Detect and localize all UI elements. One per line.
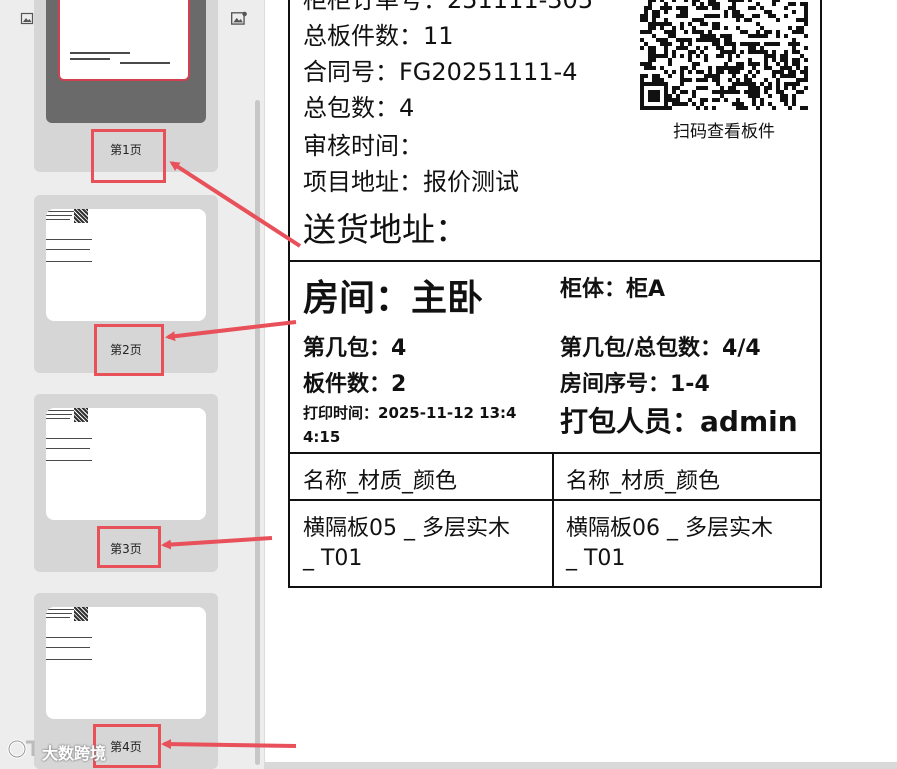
print-time-text-continued: 4:15 xyxy=(303,428,341,446)
page-thumbnail-preview xyxy=(46,408,206,520)
cabinet-text: 柜体：柜A xyxy=(560,277,666,302)
total-packages-text: 总包数：4 xyxy=(303,94,415,122)
watermark-logo-icon xyxy=(7,739,35,759)
table-cell-left: 横隔板05 _ 多层实木 xyxy=(303,516,510,541)
section-divider xyxy=(290,260,820,262)
package-number-text: 第几包：4 xyxy=(303,336,407,361)
highlight-box-page-1 xyxy=(91,129,166,183)
qr-code[interactable] xyxy=(640,0,808,112)
room-sequence-text: 房间序号：1-4 xyxy=(560,372,710,397)
table-cell-left-continued: _ T01 xyxy=(303,546,363,571)
table-cell-right: 横隔板06 _ 多层实木 xyxy=(566,516,773,541)
packer-text: 打包人员：admin xyxy=(560,405,798,438)
total-panels-text: 总板件数：11 xyxy=(303,22,454,50)
print-time-text: 打印时间：2025-11-12 13:4 xyxy=(303,404,517,422)
table-column-divider xyxy=(552,452,554,586)
page-thumbnail-preview xyxy=(46,209,206,321)
review-time-text: 审核时间： xyxy=(303,132,423,160)
page-thumbnail-sidebar: 第1页 第2页 第3页 第4页 xyxy=(0,0,265,769)
document-horizontal-scrollbar[interactable] xyxy=(264,762,897,769)
qr-caption: 扫码查看板件 xyxy=(673,122,775,142)
watermark-text: 大数跨境 xyxy=(42,744,107,763)
thumbnail-label-preview xyxy=(58,0,190,81)
delivery-address-text: 送货地址： xyxy=(303,210,468,249)
panel-count-text: 板件数：2 xyxy=(303,372,407,397)
table-cell-right-continued: _ T01 xyxy=(566,546,626,571)
sidebar-scrollbar[interactable] xyxy=(255,100,260,765)
table-row-divider xyxy=(290,499,820,501)
watermark: 大数跨境 xyxy=(6,738,126,764)
table-header-right: 名称_材质_颜色 xyxy=(566,469,721,494)
print-label-page: 柜柜订单号：251111-305 总板件数：11 合同号：FG20251111-… xyxy=(288,0,822,588)
project-address-text: 项目地址：报价测试 xyxy=(303,168,519,196)
section-divider xyxy=(290,452,820,454)
room-text: 房间：主卧 xyxy=(303,278,484,319)
zoom-in-image-icon[interactable] xyxy=(230,10,248,28)
highlight-box-page-2 xyxy=(94,324,164,376)
order-number-text: 柜柜订单号：251111-305 xyxy=(303,0,594,14)
highlight-box-page-3 xyxy=(97,526,161,568)
page-thumbnail-preview xyxy=(46,0,206,123)
page-thumbnail-preview xyxy=(46,607,206,719)
package-total-text: 第几包/总包数：4/4 xyxy=(560,336,761,361)
table-header-left: 名称_材质_颜色 xyxy=(303,469,458,494)
contract-number-text: 合同号：FG20251111-4 xyxy=(303,58,578,86)
